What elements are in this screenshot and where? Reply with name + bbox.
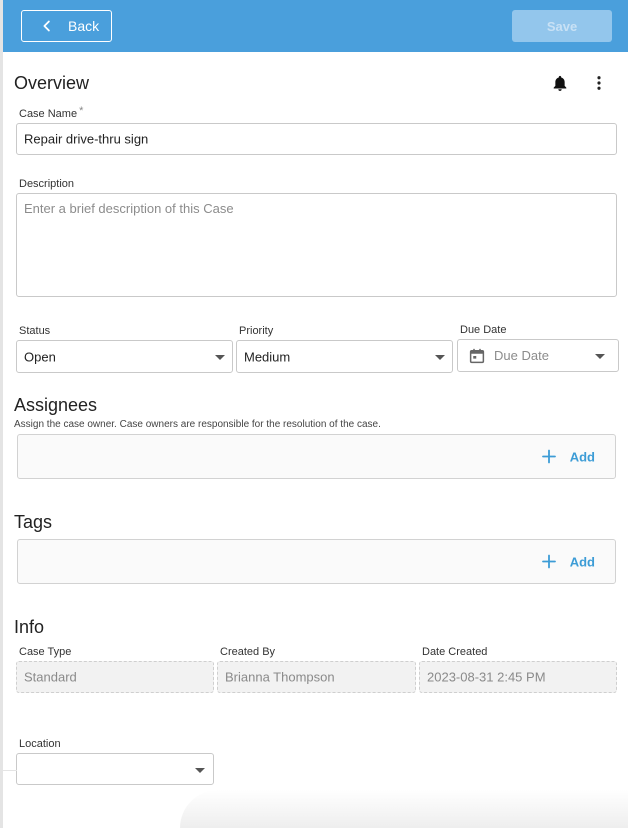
location-label: Location <box>19 738 61 750</box>
date-created-field: 2023-08-31 2:45 PM <box>419 661 617 693</box>
add-tag-label: Add <box>569 554 595 569</box>
case-name-value: Repair drive-thru sign <box>24 131 149 147</box>
tags-box: Add <box>17 539 616 584</box>
created-by-value: Brianna Thompson <box>225 669 335 685</box>
case-name-label: Case Name * <box>19 105 84 120</box>
status-label: Status <box>19 325 51 337</box>
due-date-picker[interactable]: Due Date <box>457 339 619 372</box>
back-button[interactable]: Back <box>21 10 112 42</box>
left-edge <box>0 0 3 828</box>
case-name-input[interactable]: Repair drive-thru sign <box>16 123 617 155</box>
chevron-down-icon <box>215 355 225 360</box>
assignees-hint: Assign the case owner. Case owners are r… <box>14 419 381 430</box>
case-type-label: Case Type <box>19 646 72 658</box>
add-tag-button[interactable]: Add <box>541 554 595 569</box>
description-label: Description <box>19 178 75 190</box>
add-assignee-label: Add <box>569 449 595 464</box>
priority-value: Medium <box>244 349 291 364</box>
due-date-placeholder: Due Date <box>494 348 549 363</box>
plus-icon <box>541 449 556 464</box>
back-button-label: Back <box>68 18 100 34</box>
bottom-shadow <box>180 790 628 828</box>
info-title: Info <box>14 617 45 637</box>
chevron-left-icon <box>43 20 50 32</box>
created-by-label: Created By <box>220 646 276 658</box>
description-textarea[interactable]: Enter a brief description of this Case <box>16 193 617 297</box>
assignees-box: Add <box>17 434 616 479</box>
required-mark: * <box>79 105 84 117</box>
date-created-value: 2023-08-31 2:45 PM <box>427 669 546 685</box>
chevron-down-icon <box>435 355 445 360</box>
bell-icon[interactable] <box>551 74 569 92</box>
more-vertical-icon[interactable] <box>590 74 608 92</box>
divider <box>0 770 17 771</box>
chevron-down-icon <box>595 354 605 359</box>
status-select[interactable]: Open <box>16 340 233 373</box>
due-date-label: Due Date <box>460 324 507 336</box>
top-bar: Back Save <box>3 0 628 52</box>
assignees-title: Assignees <box>14 395 98 415</box>
created-by-field: Brianna Thompson <box>217 661 416 693</box>
priority-select[interactable]: Medium <box>236 340 453 373</box>
tags-title: Tags <box>14 512 53 532</box>
status-value: Open <box>24 349 56 364</box>
plus-icon <box>541 554 556 569</box>
overview-title: Overview <box>14 73 90 93</box>
calendar-icon <box>469 348 485 364</box>
save-button[interactable]: Save <box>512 10 612 42</box>
case-type-value: Standard <box>24 669 77 685</box>
description-placeholder: Enter a brief description of this Case <box>24 201 234 216</box>
chevron-down-icon <box>195 768 205 773</box>
case-type-field: Standard <box>16 661 214 693</box>
priority-label: Priority <box>239 325 274 337</box>
add-assignee-button[interactable]: Add <box>541 449 595 464</box>
location-select[interactable] <box>16 753 214 785</box>
date-created-label: Date Created <box>422 646 488 658</box>
